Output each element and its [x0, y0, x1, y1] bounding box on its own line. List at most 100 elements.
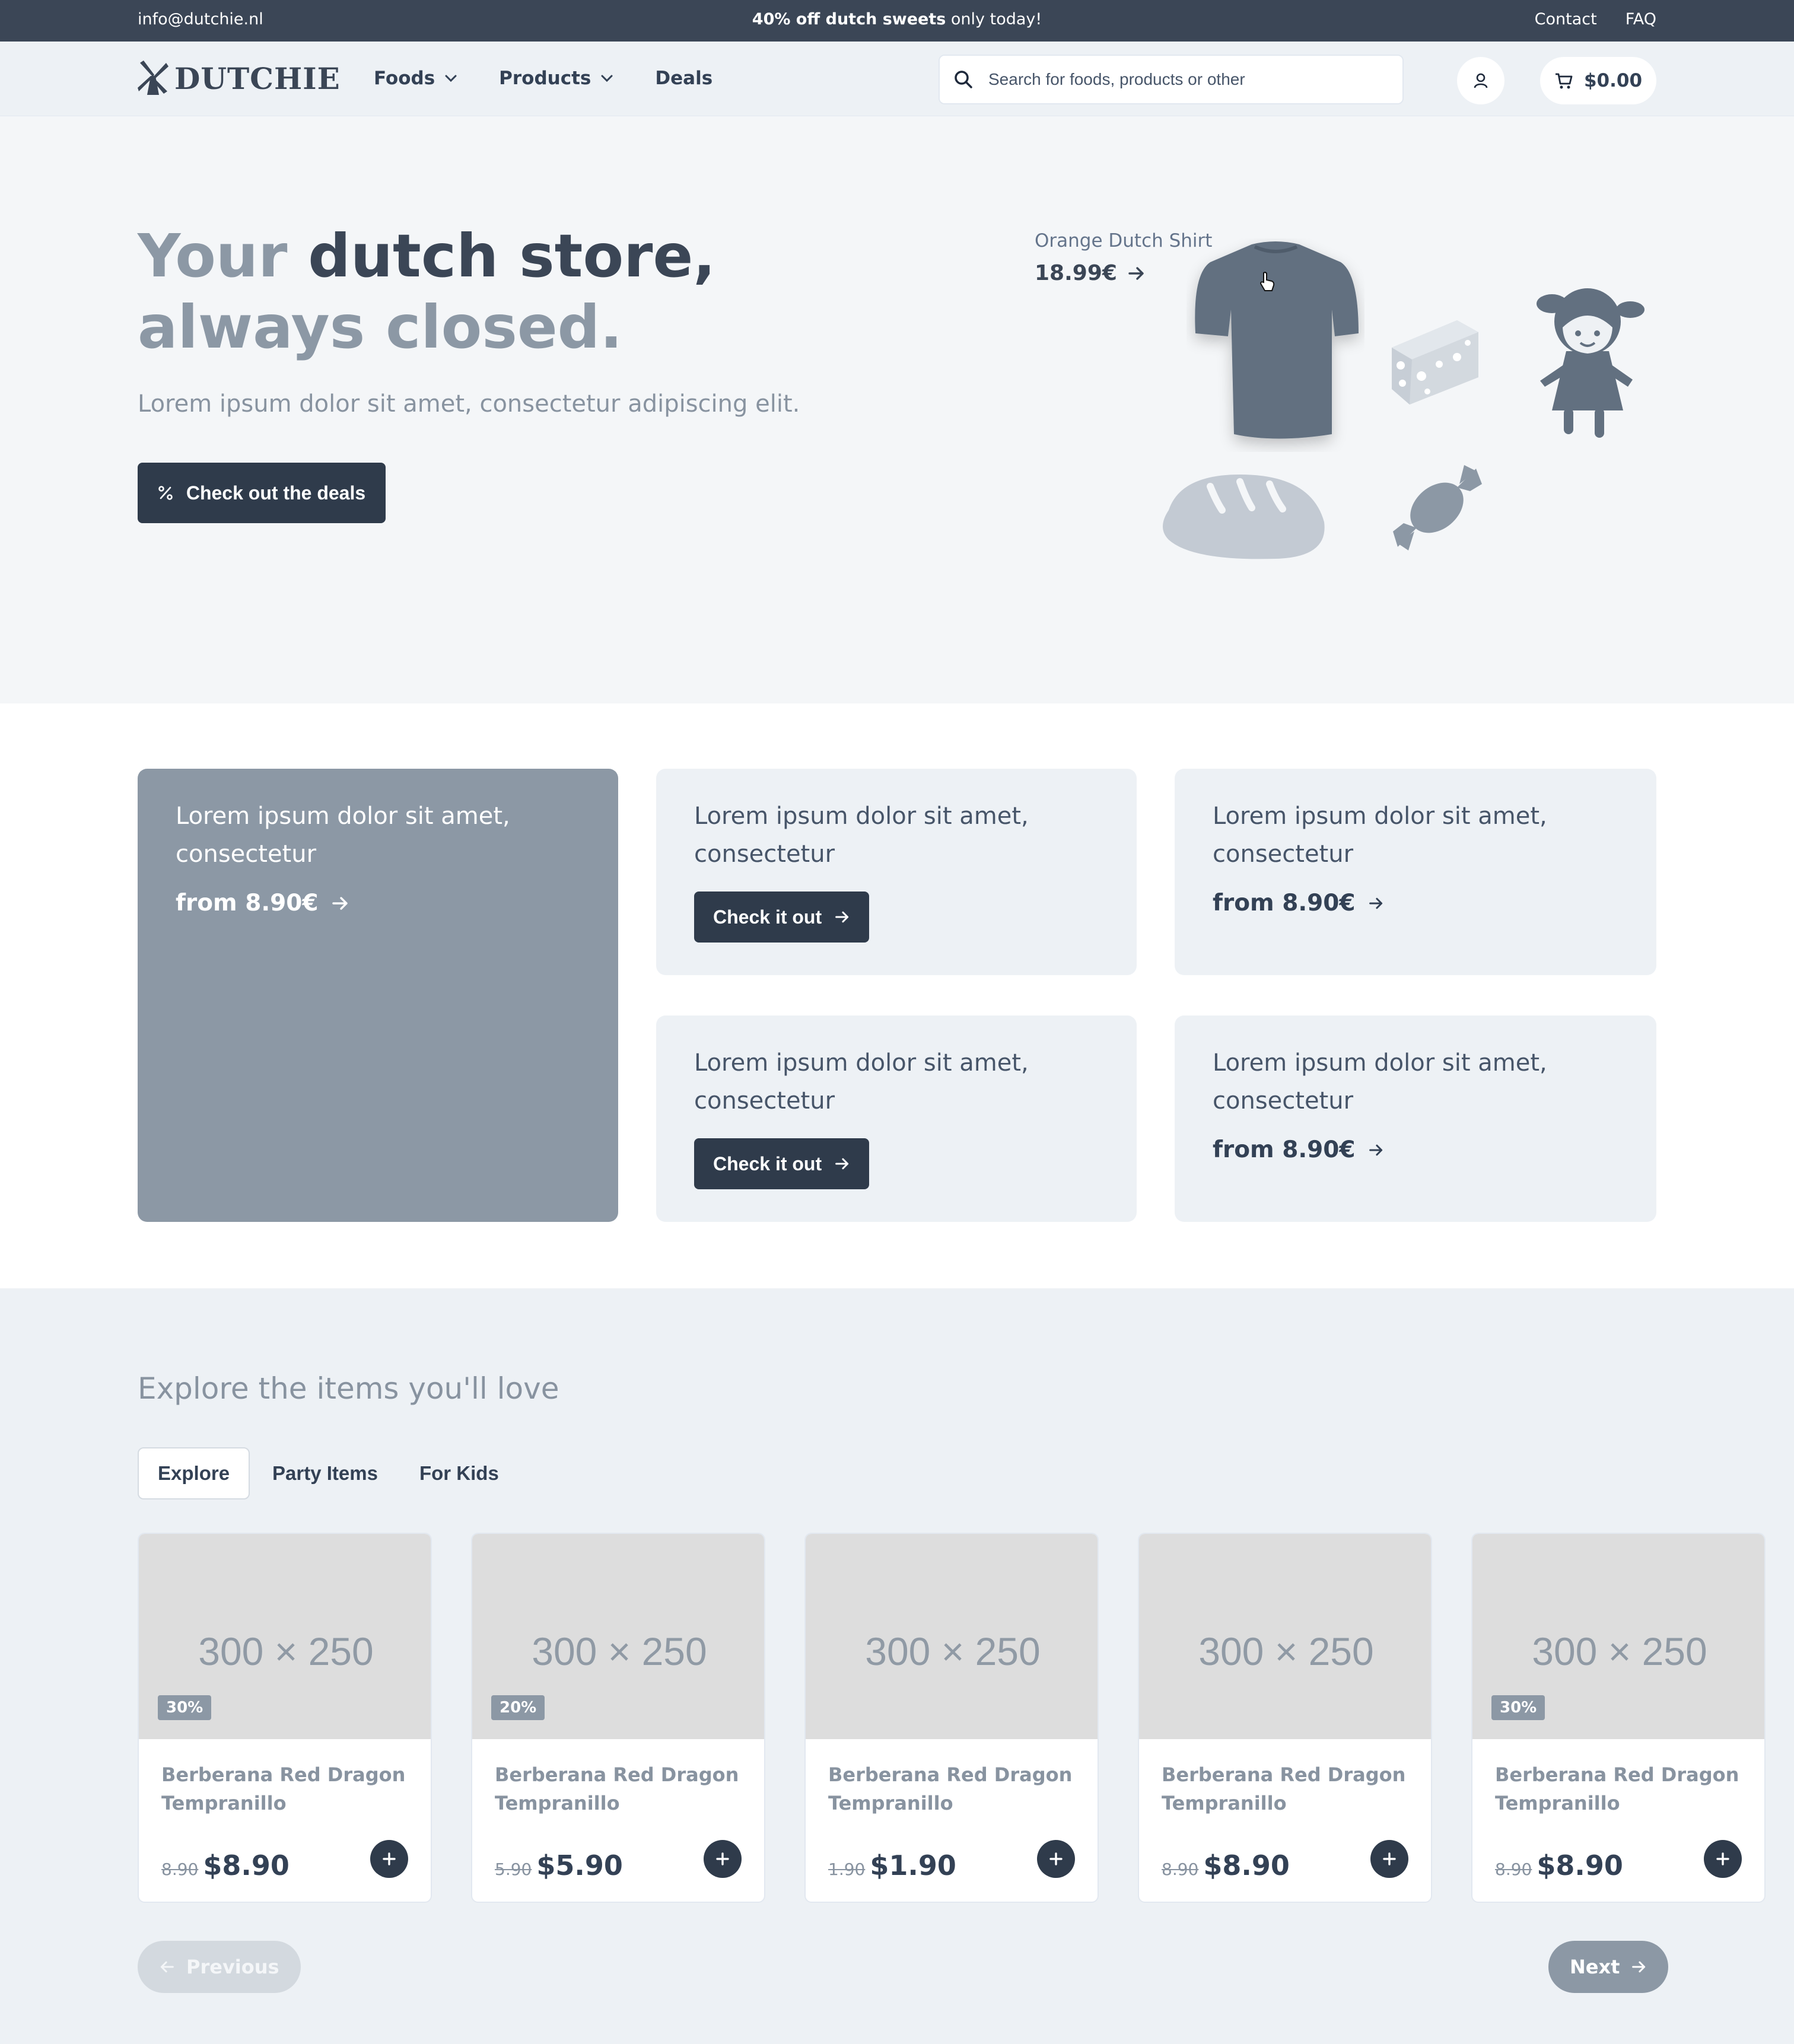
- current-price: $8.90: [1203, 1849, 1290, 1881]
- current-price: $1.90: [870, 1849, 956, 1881]
- promo-card-text: Lorem ipsum dolor sit amet, consectetur: [176, 803, 510, 868]
- product-card[interactable]: 300 × 250 30% Berberana Red Dragon Tempr…: [138, 1533, 432, 1903]
- tab-party-items[interactable]: Party Items: [253, 1447, 397, 1499]
- tab-explore[interactable]: Explore: [138, 1447, 250, 1499]
- hero-title-always-closed: always closed.: [138, 292, 623, 362]
- tab-for-kids[interactable]: For Kids: [400, 1447, 518, 1499]
- current-price: $8.90: [203, 1849, 290, 1881]
- nav-foods-label: Foods: [374, 68, 435, 89]
- hero-title-your: Your: [138, 221, 308, 291]
- product-prices: 8.90 $8.90: [1162, 1849, 1290, 1881]
- next-label: Next: [1570, 1956, 1620, 1978]
- search-box: [939, 55, 1404, 104]
- plus-icon: [1716, 1852, 1729, 1865]
- promo-card-price: from 8.90€: [176, 890, 319, 916]
- old-price: 5.90: [495, 1860, 532, 1879]
- faq-link[interactable]: FAQ: [1626, 10, 1656, 28]
- discount-badge: 20%: [491, 1695, 545, 1720]
- previous-button[interactable]: Previous: [138, 1941, 301, 1993]
- product-card[interactable]: 300 × 250 20% Berberana Red Dragon Tempr…: [471, 1533, 765, 1903]
- cart-icon: [1555, 73, 1573, 89]
- featured-product-name: Orange Dutch Shirt: [1035, 230, 1213, 251]
- promo-card-featured[interactable]: Lorem ipsum dolor sit amet, consectetur …: [138, 769, 618, 1222]
- promo-card-price-link[interactable]: from 8.90€: [1213, 890, 1384, 916]
- check-it-out-button[interactable]: Check it out: [694, 892, 870, 943]
- brand-logo[interactable]: DUTCHIE: [138, 61, 341, 96]
- current-price: $5.90: [536, 1849, 623, 1881]
- promo-card-price-link[interactable]: from 8.90€: [1213, 1136, 1384, 1163]
- plus-icon: [383, 1852, 396, 1865]
- check-it-out-button[interactable]: Check it out: [694, 1138, 870, 1189]
- product-prices: 1.90 $1.90: [828, 1849, 956, 1881]
- promo-card: Lorem ipsum dolor sit amet, consectetur …: [1175, 769, 1656, 975]
- add-to-cart-button[interactable]: [370, 1840, 408, 1878]
- nav-products[interactable]: Products: [499, 68, 613, 89]
- product-card[interactable]: 300 × 250 Berberana Red Dragon Tempranil…: [804, 1533, 1099, 1903]
- promo-bold-text: 40% off dutch sweets: [752, 10, 946, 28]
- promo-card-text: Lorem ipsum dolor sit amet, consectetur: [1213, 1049, 1547, 1115]
- search-icon[interactable]: [953, 69, 974, 90]
- hero-section: Your dutch store, always closed. Lorem ip…: [0, 116, 1794, 703]
- cheese-illustration[interactable]: [1386, 318, 1481, 407]
- product-card[interactable]: 300 × 250 30% Berberana Red Dragon Tempr…: [1471, 1533, 1766, 1903]
- product-name: Berberana Red Dragon Tempranillo: [1495, 1763, 1739, 1814]
- windmill-logo-icon: [138, 61, 168, 95]
- arrow-right-icon: [1632, 1961, 1646, 1973]
- image-size-label: 300 × 250: [865, 1629, 1041, 1673]
- arrow-right-icon: [835, 1158, 849, 1170]
- promo-card-text: Lorem ipsum dolor sit amet, consectetur: [1213, 803, 1547, 868]
- promo-card: Lorem ipsum dolor sit amet, consectetur …: [656, 769, 1137, 975]
- old-price: 8.90: [1162, 1860, 1199, 1879]
- old-price: 1.90: [828, 1860, 866, 1879]
- product-card[interactable]: 300 × 250 Berberana Red Dragon Tempranil…: [1138, 1533, 1432, 1903]
- arrow-left-icon: [160, 1961, 174, 1973]
- explore-heading: Explore the items you'll love: [138, 1371, 559, 1406]
- explore-section: Explore the items you'll love Explore Pa…: [0, 1288, 1794, 2044]
- candy-illustration[interactable]: [1387, 460, 1488, 555]
- bread-illustration[interactable]: [1157, 469, 1329, 563]
- old-price: 8.90: [1495, 1860, 1532, 1879]
- old-price: 8.90: [161, 1860, 199, 1879]
- percent-icon: [158, 486, 173, 500]
- hero-title-dutch-store: dutch store,: [308, 221, 716, 291]
- product-name: Berberana Red Dragon Tempranillo: [828, 1763, 1073, 1814]
- doll-illustration[interactable]: [1528, 280, 1647, 440]
- arrow-right-icon: [1128, 266, 1144, 280]
- plus-icon: [716, 1852, 729, 1865]
- arrow-right-icon: [332, 896, 348, 910]
- nav-deals[interactable]: Deals: [655, 68, 712, 89]
- shirt-illustration[interactable]: [1187, 238, 1364, 452]
- contact-link[interactable]: Contact: [1535, 10, 1597, 28]
- plus-icon: [1049, 1852, 1063, 1865]
- check-out-deals-label: Check out the deals: [186, 482, 366, 504]
- account-button[interactable]: [1457, 57, 1504, 104]
- featured-product-link[interactable]: 18.99€: [1035, 261, 1146, 285]
- add-to-cart-button[interactable]: [1704, 1840, 1742, 1878]
- cart-button[interactable]: $0.00: [1540, 57, 1656, 104]
- discount-badge: 30%: [1491, 1695, 1545, 1720]
- search-input[interactable]: [988, 70, 1392, 89]
- next-button[interactable]: Next: [1548, 1941, 1669, 1993]
- product-image-placeholder: 300 × 250: [1139, 1534, 1431, 1739]
- featured-product-price: 18.99€: [1035, 261, 1117, 285]
- arrow-right-icon: [835, 911, 849, 923]
- promo-card-price-link[interactable]: from 8.90€: [176, 890, 349, 916]
- cursor-pointer-icon: [1259, 272, 1275, 291]
- nav-products-label: Products: [499, 68, 591, 89]
- chevron-down-icon: [445, 75, 457, 82]
- top-bar: info@dutchie.nl 40% off dutch sweets onl…: [0, 0, 1794, 42]
- add-to-cart-button[interactable]: [704, 1840, 742, 1878]
- product-prices: 8.90 $8.90: [161, 1849, 290, 1881]
- promo-card-price: from 8.90€: [1213, 890, 1356, 916]
- nav-foods[interactable]: Foods: [374, 68, 457, 89]
- check-out-deals-button[interactable]: Check out the deals: [138, 463, 386, 523]
- promo-banner: 40% off dutch sweets only today!: [0, 10, 1794, 28]
- add-to-cart-button[interactable]: [1037, 1840, 1075, 1878]
- check-it-out-label: Check it out: [713, 1152, 822, 1174]
- product-image-placeholder: 300 × 250: [806, 1534, 1098, 1739]
- image-size-label: 300 × 250: [198, 1629, 374, 1673]
- arrow-right-icon: [1369, 1144, 1382, 1155]
- promo-card-text: Lorem ipsum dolor sit amet, consectetur: [694, 1049, 1029, 1115]
- promo-card-text: Lorem ipsum dolor sit amet, consectetur: [694, 803, 1029, 868]
- add-to-cart-button[interactable]: [1370, 1840, 1408, 1878]
